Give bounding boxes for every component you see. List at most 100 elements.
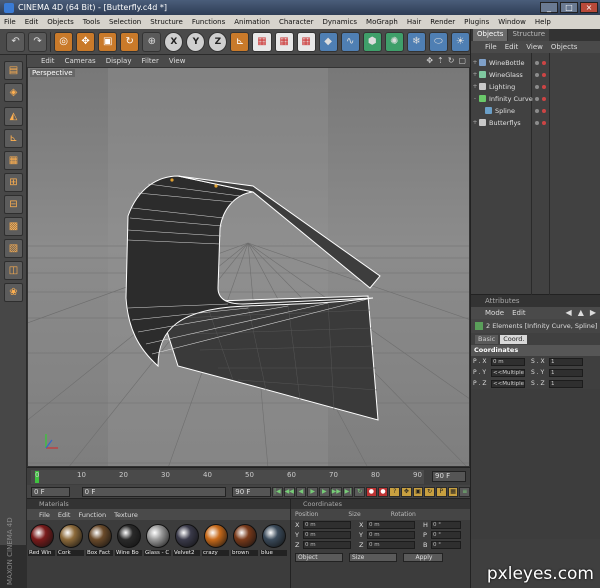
menu-file[interactable]: File (4, 18, 16, 26)
attr-back-icon[interactable]: ◀ (566, 308, 572, 317)
render-visibility-dot[interactable] (542, 108, 546, 113)
material-swatch[interactable]: Box Fact (86, 524, 113, 556)
polygons-mode-icon[interactable]: ▩ (4, 217, 23, 236)
render-visibility-dot[interactable] (542, 96, 546, 101)
menu-selection[interactable]: Selection (109, 18, 141, 26)
next-key-icon[interactable]: ▶▶ (330, 486, 342, 497)
next-frame-icon[interactable]: ▶ (318, 486, 330, 497)
position-value-field[interactable]: <<Multiple (491, 368, 525, 377)
size-field[interactable]: 0 m (367, 541, 415, 549)
scale-value-field[interactable]: 1 (549, 379, 583, 388)
material-swatch[interactable]: crazy (202, 524, 229, 556)
mat-menu-file[interactable]: File (39, 511, 50, 519)
material-swatch[interactable]: Cork (57, 524, 84, 556)
render-visibility-dot[interactable] (542, 84, 546, 89)
goto-start-icon[interactable]: |◀ (271, 486, 283, 497)
tab-basic[interactable]: Basic (475, 334, 499, 344)
render-visibility-dot[interactable] (542, 60, 546, 65)
rotation-field[interactable]: 0 ° (431, 541, 461, 549)
size-field[interactable]: 0 m (367, 531, 415, 539)
menu-objects[interactable]: Objects (47, 18, 73, 26)
visibility-flags[interactable] (535, 60, 546, 65)
editor-visibility-dot[interactable] (535, 96, 539, 101)
coord-mode-size-dropdown[interactable]: Size (349, 553, 397, 562)
visibility-flags[interactable] (535, 84, 546, 89)
menu-character[interactable]: Character (279, 18, 314, 26)
move-icon[interactable]: ✥ (76, 31, 96, 52)
editor-visibility-dot[interactable] (535, 84, 539, 89)
y-axis-lock-icon[interactable]: Y (186, 31, 206, 52)
material-swatch[interactable]: brown (231, 524, 258, 556)
menu-mograph[interactable]: MoGraph (366, 18, 398, 26)
prev-key-icon[interactable]: ◀◀ (283, 486, 295, 497)
coordinate-system-icon[interactable]: ⊾ (230, 31, 250, 52)
menu-plugins[interactable]: Plugins (464, 18, 489, 26)
scene-objects-icon[interactable]: ⬭ (428, 31, 448, 52)
scale-icon[interactable]: ▣ (98, 31, 118, 52)
material-swatch[interactable]: Velvet2 (173, 524, 200, 556)
render-visibility-dot[interactable] (542, 120, 546, 125)
render-settings-icon[interactable]: ▦ (296, 31, 316, 52)
expand-toggle[interactable]: - (471, 95, 479, 102)
menu-structure[interactable]: Structure (150, 18, 183, 26)
position-field[interactable]: 0 m (303, 531, 351, 539)
menu-animation[interactable]: Animation (234, 18, 270, 26)
menu-tools[interactable]: Tools (83, 18, 100, 26)
maximize-button[interactable]: □ (560, 2, 578, 13)
visibility-flags[interactable] (535, 120, 546, 125)
expand-toggle[interactable]: + (471, 119, 479, 126)
viewport-menu-view[interactable]: View (169, 57, 186, 65)
visibility-flags[interactable] (535, 72, 546, 77)
light-icon[interactable]: ☀ (450, 31, 470, 52)
keyframe-selection-icon[interactable]: ? (389, 486, 401, 497)
scale-value-field[interactable]: 1 (549, 357, 583, 366)
attr-forward-icon[interactable]: ▶ (590, 308, 596, 317)
mat-menu-function[interactable]: Function (78, 511, 106, 519)
use-axis-mode-icon[interactable]: ⊾ (4, 129, 23, 148)
menu-hair[interactable]: Hair (407, 18, 421, 26)
editor-visibility-dot[interactable] (535, 120, 539, 125)
attr-menu-edit[interactable]: Edit (512, 309, 526, 317)
menu-functions[interactable]: Functions (192, 18, 225, 26)
expand-toggle[interactable]: + (471, 59, 479, 66)
cube-primitive-icon[interactable]: ◆ (318, 31, 338, 52)
point-level-key-icon[interactable]: ▦ (447, 486, 459, 497)
viewport-menu-display[interactable]: Display (106, 57, 132, 65)
menu-window[interactable]: Window (498, 18, 526, 26)
goto-end-icon[interactable]: ▶| (342, 486, 354, 497)
position-field[interactable]: 0 m (303, 521, 351, 529)
object-row[interactable]: Spline (471, 105, 599, 116)
object-row[interactable]: - Infinity Curve (471, 93, 599, 104)
material-swatch[interactable]: blue (260, 524, 287, 556)
position-field[interactable]: 0 m (303, 541, 351, 549)
x-axis-lock-icon[interactable]: X (164, 31, 184, 52)
undo-icon[interactable]: ↶ (6, 31, 26, 52)
orbit-icon[interactable]: ↻ (448, 56, 455, 65)
material-swatch[interactable]: Glass - C (144, 524, 171, 556)
position-value-field[interactable]: 0 m (491, 357, 525, 366)
use-texture-mode-icon[interactable]: ◭ (4, 107, 23, 126)
workplane-icon[interactable]: ◫ (4, 261, 23, 280)
points-mode-icon[interactable]: ⊞ (4, 173, 23, 192)
om-menu-objects[interactable]: Objects (551, 43, 577, 51)
preview-range-slider[interactable]: 0 F (81, 486, 227, 497)
parameter-key-icon[interactable]: P (436, 486, 447, 497)
tweak-mode-icon[interactable]: ▦ (4, 151, 23, 170)
minimize-button[interactable]: _ (540, 2, 558, 13)
visibility-flags[interactable] (535, 96, 546, 101)
position-value-field[interactable]: <<Multiple (491, 379, 525, 388)
timeline-end-frame[interactable]: 90 F (432, 471, 466, 482)
pan-icon[interactable]: ✥ (426, 56, 433, 65)
rotation-key-icon[interactable]: ↻ (424, 486, 436, 497)
timeline-menu-icon[interactable]: ≡ (459, 486, 471, 497)
expand-toggle[interactable]: + (471, 71, 479, 78)
scale-value-field[interactable]: 1 (549, 368, 583, 377)
close-button[interactable]: × (580, 2, 598, 13)
object-row[interactable]: + Lighting (471, 81, 599, 92)
record-icon[interactable]: ● (366, 486, 377, 497)
tab-coord[interactable]: Coord. (500, 334, 528, 344)
rotation-field[interactable]: 0 ° (431, 521, 461, 529)
editor-visibility-dot[interactable] (535, 72, 539, 77)
maximize-view-icon[interactable]: ▢ (458, 56, 466, 65)
render-view-icon[interactable]: ▦ (252, 31, 272, 52)
